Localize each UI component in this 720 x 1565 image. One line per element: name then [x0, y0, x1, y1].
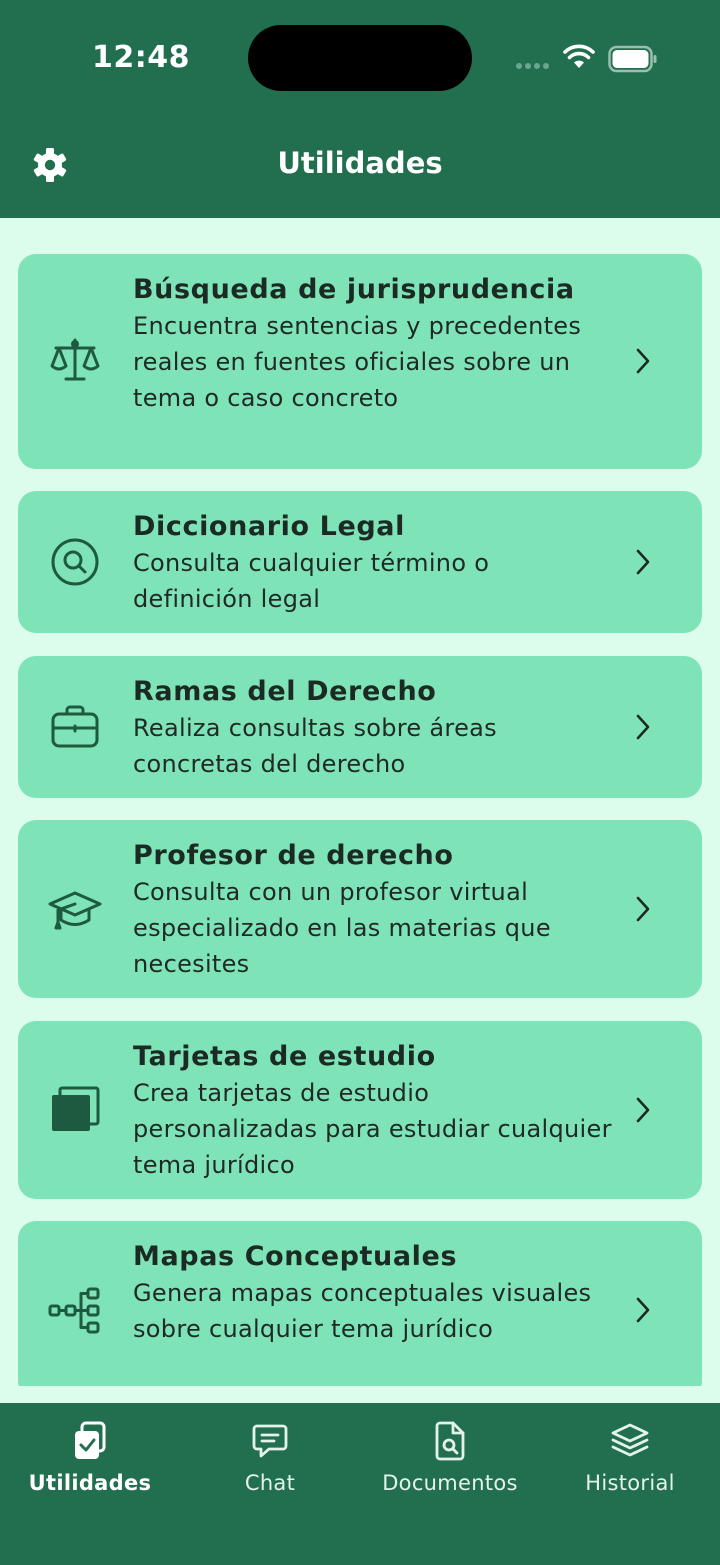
- card-profesor-derecho[interactable]: Profesor de derecho Consulta con un prof…: [18, 820, 702, 998]
- chevron-right-icon: [636, 1097, 650, 1123]
- tab-documentos[interactable]: Documentos: [360, 1421, 540, 1495]
- clipboard-check-icon: [0, 1421, 180, 1461]
- app-header: 12:48 Utilidades: [0, 0, 720, 218]
- tab-chat[interactable]: Chat: [180, 1421, 360, 1495]
- card-description: Consulta con un profesor virtual especia…: [133, 878, 551, 978]
- card-title: Ramas del Derecho: [133, 676, 437, 707]
- card-title: Profesor de derecho: [133, 840, 454, 871]
- card-description: Realiza consultas sobre áreas concretas …: [133, 714, 497, 778]
- scale-icon: [48, 334, 102, 388]
- card-title: Búsqueda de jurisprudencia: [133, 274, 575, 305]
- chevron-right-icon: [636, 896, 650, 922]
- signal-icon: [516, 63, 549, 69]
- tab-label: Documentos: [382, 1471, 518, 1495]
- card-title: Mapas Conceptuales: [133, 1241, 458, 1272]
- card-description: Crea tarjetas de estudio personalizadas …: [133, 1079, 612, 1179]
- chat-bubble-icon: [180, 1421, 360, 1461]
- card-busqueda-jurisprudencia[interactable]: Búsqueda de jurisprudencia Encuentra sen…: [18, 254, 702, 469]
- tab-label: Historial: [585, 1471, 675, 1495]
- tab-utilidades[interactable]: Utilidades: [0, 1421, 180, 1495]
- card-description: Encuentra sentencias y precedentes reale…: [133, 312, 582, 412]
- card-mapas-conceptuales[interactable]: Mapas Conceptuales Genera mapas conceptu…: [18, 1221, 702, 1386]
- tab-label: Chat: [244, 1471, 296, 1495]
- cards-icon: [48, 1083, 102, 1137]
- card-description: Consulta cualquier término o definición …: [133, 549, 490, 613]
- card-diccionario-legal[interactable]: Diccionario Legal Consulta cualquier tér…: [18, 491, 702, 633]
- tab-label: Utilidades: [28, 1471, 152, 1495]
- wifi-icon: [563, 44, 595, 68]
- chevron-right-icon: [636, 348, 650, 374]
- card-description: Genera mapas conceptuales visuales sobre…: [133, 1279, 592, 1343]
- chevron-right-icon: [636, 714, 650, 740]
- dynamic-island: [248, 25, 472, 91]
- search-circle-icon: [48, 535, 102, 589]
- utilities-list[interactable]: Búsqueda de jurisprudencia Encuentra sen…: [0, 218, 720, 1386]
- battery-icon: [608, 45, 657, 73]
- card-title: Diccionario Legal: [133, 511, 405, 542]
- mind-map-icon: [48, 1283, 102, 1337]
- chevron-right-icon: [636, 1297, 650, 1323]
- bottom-tab-bar: Utilidades Chat Documentos Historial: [0, 1403, 720, 1565]
- card-tarjetas-estudio[interactable]: Tarjetas de estudio Crea tarjetas de est…: [18, 1021, 702, 1199]
- graduation-cap-icon: [48, 882, 102, 936]
- card-title: Tarjetas de estudio: [133, 1041, 436, 1072]
- layers-icon: [540, 1421, 720, 1461]
- document-search-icon: [360, 1421, 540, 1461]
- tab-historial[interactable]: Historial: [540, 1421, 720, 1495]
- page-title: Utilidades: [277, 146, 443, 180]
- briefcase-icon: [48, 700, 102, 754]
- status-time: 12:48: [92, 40, 190, 75]
- chevron-right-icon: [636, 549, 650, 575]
- card-ramas-derecho[interactable]: Ramas del Derecho Realiza consultas sobr…: [18, 656, 702, 798]
